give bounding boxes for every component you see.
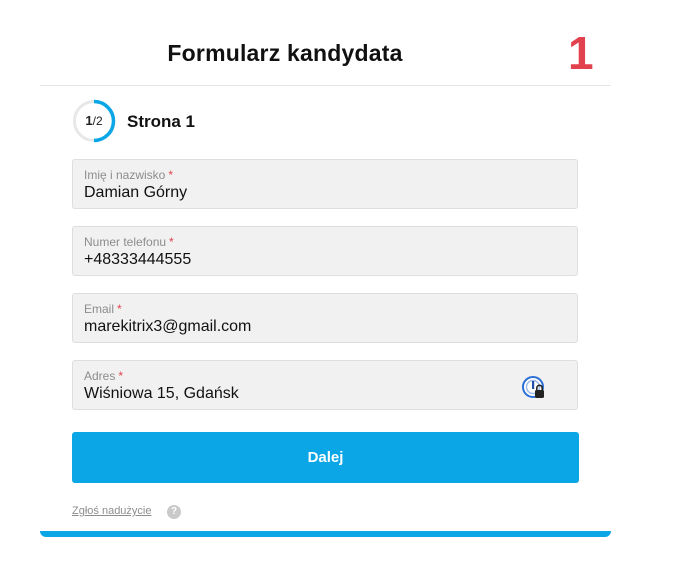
report-abuse-link[interactable]: Zgłoś nadużycie xyxy=(72,505,152,517)
email-label-text: Email xyxy=(84,302,115,316)
email-field-label: Email * xyxy=(84,302,122,316)
required-mark: * xyxy=(117,302,122,316)
progress-text: 1/2 xyxy=(72,99,116,143)
email-field[interactable]: Email * marekitrix3@gmail.com xyxy=(72,293,578,343)
help-icon[interactable]: ? xyxy=(167,505,181,519)
form-title: Formularz kandydata xyxy=(167,40,403,66)
phone-field-value[interactable]: +48333444555 xyxy=(84,251,191,269)
page-progress-ring: 1/2 xyxy=(72,99,116,143)
step-number-badge: 1 xyxy=(568,27,594,79)
email-field-value[interactable]: marekitrix3@gmail.com xyxy=(84,318,251,336)
next-button[interactable]: Dalej xyxy=(72,432,579,483)
phone-label-text: Numer telefonu xyxy=(84,235,167,249)
required-mark: * xyxy=(169,235,174,249)
password-manager-lock-icon[interactable] xyxy=(521,375,547,401)
name-label-text: Imię i nazwisko xyxy=(84,168,166,182)
header-divider xyxy=(40,85,611,86)
name-field-label: Imię i nazwisko * xyxy=(84,168,173,182)
phone-field[interactable]: Numer telefonu * +48333444555 xyxy=(72,226,578,276)
progress-current: 1 xyxy=(85,113,93,128)
address-field-value[interactable]: Wiśniowa 15, Gdańsk xyxy=(84,385,239,403)
address-label-text: Adres xyxy=(84,369,116,383)
card-bottom-bar xyxy=(40,531,611,537)
phone-field-label: Numer telefonu * xyxy=(84,235,174,249)
name-field[interactable]: Imię i nazwisko * Damian Górny xyxy=(72,159,578,209)
page-label: Strona 1 xyxy=(127,112,196,131)
progress-total: 2 xyxy=(95,114,103,128)
required-mark: * xyxy=(118,369,124,383)
address-field[interactable]: Adres * Wiśniowa 15, Gdańsk xyxy=(72,360,578,410)
address-field-label: Adres * xyxy=(84,369,123,383)
name-field-value[interactable]: Damian Górny xyxy=(84,184,187,202)
required-mark: * xyxy=(168,168,174,182)
